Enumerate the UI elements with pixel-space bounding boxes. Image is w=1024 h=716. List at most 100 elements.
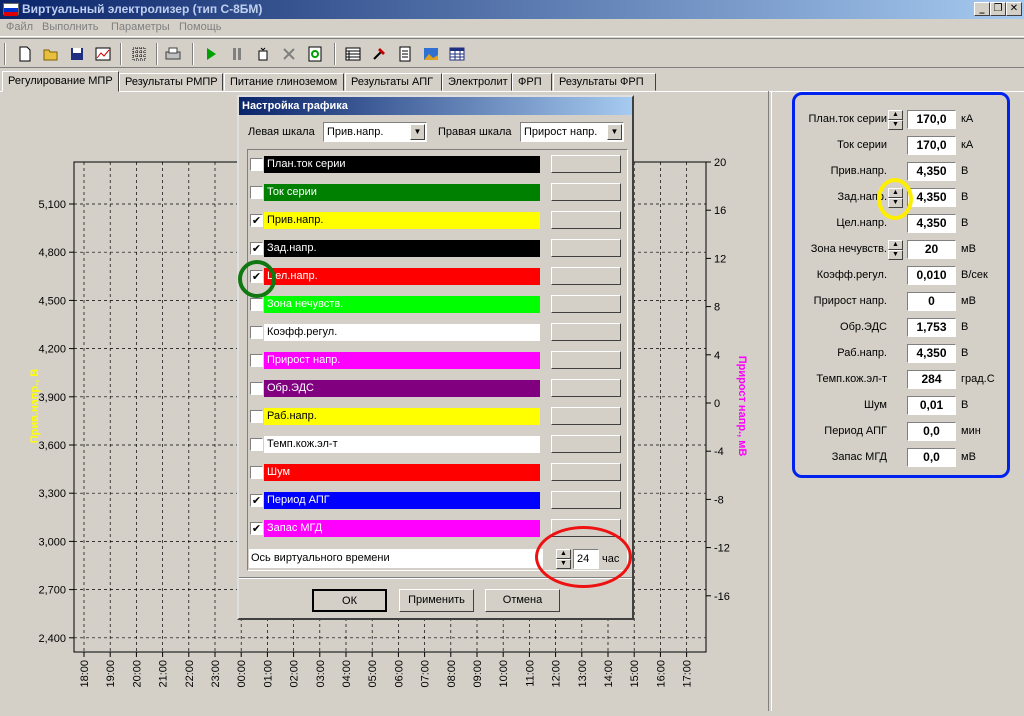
refresh-icon[interactable] [304,44,326,64]
spin-down-icon[interactable]: ▼ [556,559,571,569]
new-icon[interactable] [14,44,36,64]
image-icon[interactable] [420,44,442,64]
series-color-button[interactable] [551,491,621,509]
menu-file[interactable]: Файл [6,21,33,33]
series-color-button[interactable] [551,519,621,537]
spin-up-icon[interactable]: ▲ [888,188,903,198]
series-color-button[interactable] [551,155,621,173]
spin-up-icon[interactable]: ▲ [556,549,571,559]
param-value[interactable]: 4,350 [907,162,956,181]
param-spinner[interactable]: ▲ ▼ [888,188,903,208]
menu-params[interactable]: Параметры [111,21,170,33]
series-color-button[interactable] [551,211,621,229]
series-color-button[interactable] [551,463,621,481]
series-label[interactable]: Цел.напр. [264,268,540,285]
series-color-button[interactable] [551,323,621,341]
param-value[interactable]: 0,01 [907,396,956,415]
param-value[interactable]: 1,753 [907,318,956,337]
series-color-button[interactable] [551,407,621,425]
series-color-button[interactable] [551,267,621,285]
cancel-button[interactable]: Отмена [485,589,560,612]
time-axis-input[interactable]: 24 [573,549,599,569]
save-icon[interactable] [66,44,88,64]
series-checkbox[interactable] [250,438,263,451]
series-checkbox[interactable]: ✔ [250,270,263,283]
series-checkbox[interactable] [250,326,263,339]
spreadsheet-icon[interactable] [446,44,468,64]
play-icon[interactable] [200,44,222,64]
param-value[interactable]: 4,350 [907,214,956,233]
document-icon[interactable] [394,44,416,64]
param-spinner[interactable]: ▲ ▼ [888,110,903,130]
spin-down-icon[interactable]: ▼ [888,250,903,260]
series-label[interactable]: Запас МГД [264,520,540,537]
param-value[interactable]: 284 [907,370,956,389]
tab-mpr-regulation[interactable]: Регулирование МПР [2,71,119,92]
spin-down-icon[interactable]: ▼ [888,198,903,208]
series-color-button[interactable] [551,239,621,257]
table-icon[interactable] [342,44,364,64]
series-checkbox[interactable] [250,410,263,423]
series-checkbox[interactable]: ✔ [250,494,263,507]
pause-icon[interactable] [226,44,248,64]
series-checkbox[interactable] [250,466,263,479]
series-color-button[interactable] [551,183,621,201]
series-label[interactable]: Обр.ЭДС [264,380,540,397]
tab-apg-results[interactable]: Результаты АПГ [345,73,442,91]
series-checkbox[interactable]: ✔ [250,522,263,535]
stop-icon[interactable] [278,44,300,64]
series-label[interactable]: Раб.напр. [264,408,540,425]
tools-icon[interactable] [368,44,390,64]
grid-icon[interactable] [128,44,150,64]
menu-help[interactable]: Помощь [179,21,222,33]
param-value[interactable]: 4,350 [907,344,956,363]
series-checkbox[interactable] [250,186,263,199]
series-color-button[interactable] [551,379,621,397]
series-label[interactable]: Шум [264,464,540,481]
series-color-button[interactable] [551,435,621,453]
tab-rmpr-results[interactable]: Результаты РМПР [119,73,223,91]
ok-button[interactable]: ОК [312,589,387,612]
series-checkbox[interactable] [250,158,263,171]
left-scale-select[interactable]: Прив.напр. ▼ [323,122,427,142]
series-color-button[interactable] [551,351,621,369]
tab-alumina-feed[interactable]: Питание глиноземом [224,73,344,91]
step-icon[interactable] [252,44,274,64]
spin-up-icon[interactable]: ▲ [888,240,903,250]
series-checkbox[interactable] [250,298,263,311]
chart-icon[interactable] [92,44,114,64]
tab-electrolyte[interactable]: Электролит [442,73,512,91]
spin-up-icon[interactable]: ▲ [888,110,903,120]
series-checkbox[interactable] [250,382,263,395]
param-spinner[interactable]: ▲ ▼ [888,240,903,260]
right-scale-select[interactable]: Прирост напр. ▼ [520,122,624,142]
close-button[interactable]: ✕ [1006,2,1022,16]
param-value[interactable]: 170,0 [907,110,956,129]
param-value[interactable]: 0,0 [907,422,956,441]
param-value[interactable]: 4,350 [907,188,956,207]
splitter[interactable] [768,91,772,711]
series-label[interactable]: Ток серии [264,184,540,201]
spin-down-icon[interactable]: ▼ [888,120,903,130]
series-checkbox[interactable]: ✔ [250,242,263,255]
maximize-button[interactable]: ❐ [990,2,1006,16]
tab-frp-results[interactable]: Результаты ФРП [553,73,656,91]
series-label[interactable]: Темп.кож.эл-т [264,436,540,453]
param-value[interactable]: 0 [907,292,956,311]
param-value[interactable]: 0,0 [907,448,956,467]
param-value[interactable]: 170,0 [907,136,956,155]
series-label[interactable]: Зона нечувств. [264,296,540,313]
series-checkbox[interactable] [250,354,263,367]
time-axis-spinner[interactable]: ▲ ▼ [556,549,571,569]
series-label[interactable]: Прирост напр. [264,352,540,369]
minimize-button[interactable]: _ [974,2,990,16]
print-icon[interactable] [162,44,184,64]
series-label[interactable]: Коэфф.регул. [264,324,540,341]
tab-frp[interactable]: ФРП [512,73,552,91]
menu-run[interactable]: Выполнить [42,21,98,33]
series-checkbox[interactable]: ✔ [250,214,263,227]
apply-button[interactable]: Применить [399,589,474,612]
series-label[interactable]: Зад.напр. [264,240,540,257]
param-value[interactable]: 0,010 [907,266,956,285]
series-label[interactable]: План.ток серии [264,156,540,173]
